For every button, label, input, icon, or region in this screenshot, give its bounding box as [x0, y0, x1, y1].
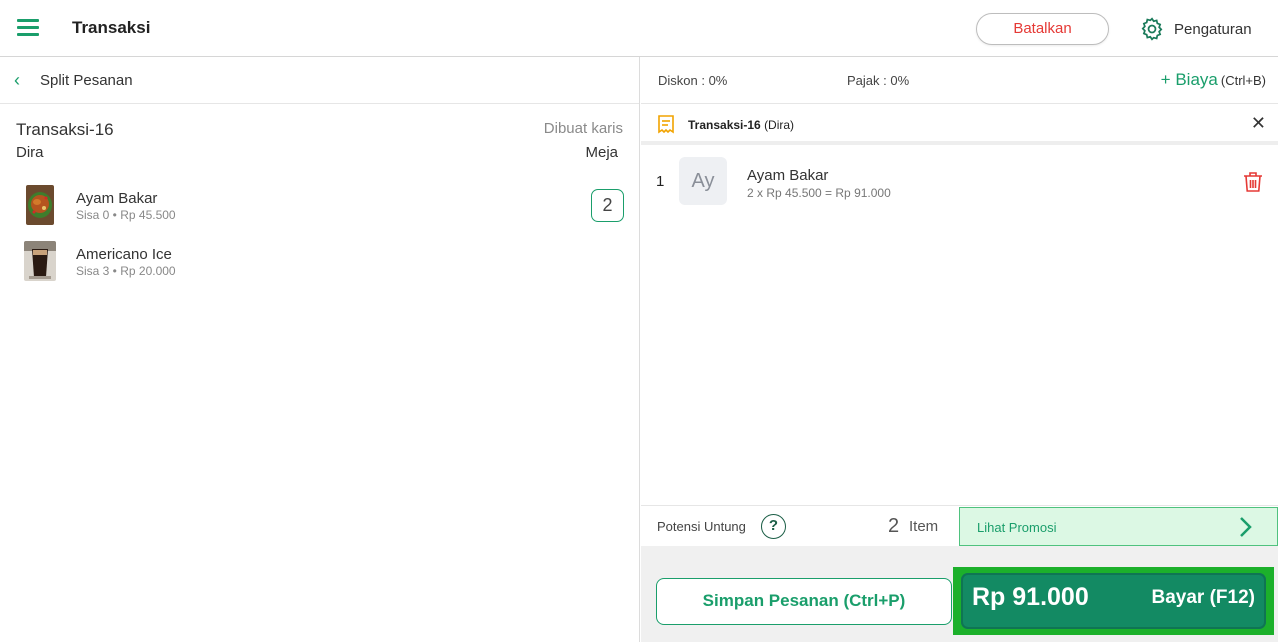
transaction-name: Transaksi-16: [16, 120, 114, 139]
order-line-number: 1: [656, 173, 665, 190]
split-order-panel: ‹ Split Pesanan Transaksi-16 Dibuat kari…: [0, 57, 640, 642]
item-detail: Sisa 0 • Rp 45.500: [76, 208, 176, 222]
pay-amount: Rp 91.000: [972, 583, 1089, 611]
profit-potential-label: Potensi Untung: [657, 519, 746, 534]
top-header: Transaksi Batalkan Pengaturan: [0, 0, 1278, 57]
customer-name: Dira: [16, 144, 44, 161]
discount-label[interactable]: Diskon : 0%: [658, 73, 727, 88]
transaction-title-customer: (Dira): [764, 118, 795, 132]
pay-label: Bayar (F12): [1151, 587, 1256, 608]
settings-label: Pengaturan: [1174, 20, 1252, 38]
item-avatar: Ay: [679, 157, 727, 205]
settings-button[interactable]: Pengaturan: [1139, 15, 1252, 43]
page-title: Transaksi: [72, 18, 151, 37]
order-panel: Diskon : 0% Pajak : 0% + Biaya (Ctrl+B) T…: [641, 57, 1278, 642]
close-icon[interactable]: ✕: [1251, 113, 1266, 134]
iced-coffee-image: [24, 241, 56, 281]
order-line[interactable]: 1 Ay Ayam Bakar 2 x Rp 45.500 = Rp 91.00…: [641, 156, 1278, 212]
subheader-title: Split Pesanan: [40, 71, 133, 89]
transaction-title: Transaksi-16 (Dira): [688, 118, 794, 132]
transaction-bar: Transaksi-16 (Dira) ✕: [641, 104, 1278, 145]
summary-bar: Diskon : 0% Pajak : 0% + Biaya (Ctrl+B): [641, 57, 1278, 104]
list-item[interactable]: Americano Ice Sisa 3 • Rp 20.000: [0, 240, 640, 290]
trash-icon[interactable]: [1242, 171, 1264, 193]
tax-label[interactable]: Pajak : 0%: [847, 73, 909, 88]
order-item-name: Ayam Bakar: [747, 167, 829, 184]
pay-button-highlight: Rp 91.000 Bayar (F12): [953, 567, 1274, 635]
chevron-right-icon: [1240, 517, 1252, 537]
item-count: 2: [888, 515, 900, 537]
receipt-icon: [658, 115, 674, 134]
list-item[interactable]: Ayam Bakar Sisa 0 • Rp 45.500: [0, 184, 640, 234]
view-promotion-button[interactable]: Lihat Promosi: [959, 507, 1278, 546]
transaction-title-name: Transaksi-16: [688, 118, 761, 132]
add-fee-label: + Biaya: [1160, 70, 1218, 89]
pay-button[interactable]: Rp 91.000 Bayar (F12): [961, 573, 1266, 629]
cancel-button[interactable]: Batalkan: [976, 13, 1109, 45]
item-name: Ayam Bakar: [76, 190, 158, 207]
quantity-box[interactable]: 2: [591, 189, 624, 222]
gear-icon: [1141, 17, 1163, 41]
save-order-button[interactable]: Simpan Pesanan (Ctrl+P): [656, 578, 952, 625]
add-fee-button[interactable]: + Biaya (Ctrl+B): [1161, 70, 1266, 90]
add-fee-shortcut: (Ctrl+B): [1220, 73, 1266, 88]
back-chevron-icon[interactable]: ‹: [14, 71, 28, 89]
item-name: Americano Ice: [76, 246, 172, 263]
hamburger-menu-icon[interactable]: [17, 19, 39, 37]
order-footer-info: Potensi Untung ? 2 Item Lihat Promosi: [641, 505, 1278, 546]
help-icon[interactable]: ?: [761, 514, 786, 539]
grilled-chicken-image: [26, 185, 54, 225]
order-item-calculation: 2 x Rp 45.500 = Rp 91.000: [747, 186, 891, 200]
split-order-subheader: ‹ Split Pesanan: [0, 57, 639, 104]
item-count-label: Item: [909, 518, 939, 535]
item-detail: Sisa 3 • Rp 20.000: [76, 264, 176, 278]
table-label: Meja: [585, 144, 618, 161]
promotion-label: Lihat Promosi: [977, 520, 1057, 535]
transaction-creator: Dibuat karis: [543, 120, 623, 137]
payment-area: Simpan Pesanan (Ctrl+P) Rp 91.000 Bayar …: [641, 546, 1278, 642]
